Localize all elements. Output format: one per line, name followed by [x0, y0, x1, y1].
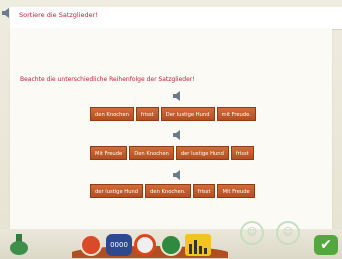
word-tile[interactable]: frisst [192, 184, 216, 198]
smiley-stamp-icon: ☺ [276, 221, 300, 245]
potion-bottle-icon[interactable] [8, 232, 30, 256]
check-button[interactable]: ✔ [314, 235, 338, 255]
word-tile[interactable]: den Knochen. [145, 184, 191, 198]
speaker-icon[interactable] [173, 170, 183, 180]
word-tile[interactable]: Mit Freude [217, 184, 255, 198]
word-tile[interactable]: Der lustige Hund [160, 107, 215, 121]
word-tile[interactable]: der lustige Hund [90, 184, 144, 198]
word-tile[interactable]: frisst [230, 146, 254, 160]
sentence-row: der lustige Hund den Knochen. frisst Mit… [90, 184, 255, 198]
green-cube-icon[interactable] [160, 234, 182, 256]
word-tile[interactable]: der lustige Hund [175, 146, 229, 160]
word-tile[interactable]: den Knochen [90, 107, 134, 121]
word-tile[interactable]: Mit Freude [90, 146, 128, 160]
word-tile[interactable]: mit Freude. [216, 107, 256, 121]
word-tile[interactable]: frisst [135, 107, 159, 121]
counter-icon[interactable]: 0000 [106, 234, 132, 256]
speaker-icon[interactable] [2, 8, 12, 18]
bars-chart-icon[interactable] [185, 234, 211, 256]
instruction-text: Beachte die unterschiedliche Reihenfolge… [20, 76, 195, 83]
sentence-row: den Knochen frisst Der lustige Hund mit … [90, 107, 256, 121]
red-diamond-icon[interactable] [80, 234, 102, 256]
speaker-icon[interactable] [173, 91, 183, 101]
gauge-icon[interactable] [134, 234, 156, 256]
speaker-icon[interactable] [173, 130, 183, 140]
exercise-panel [10, 29, 332, 229]
smiley-stamp-icon: ☺ [240, 221, 264, 245]
page-title: Sortiere die Satzglieder! [19, 11, 98, 19]
word-tile[interactable]: Den Knochen [129, 146, 174, 160]
sentence-row: Mit Freude Den Knochen der lustige Hund … [90, 146, 254, 160]
